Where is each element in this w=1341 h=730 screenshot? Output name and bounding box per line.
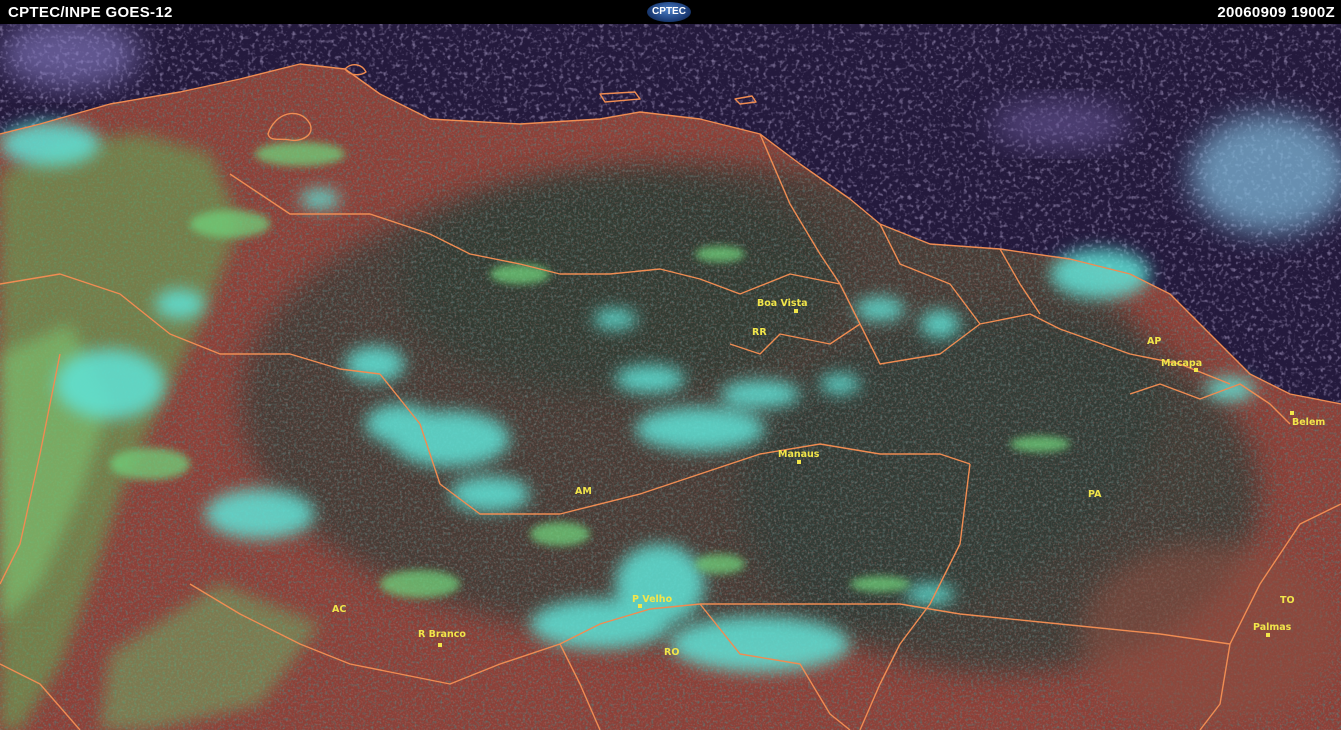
satellite-image-frame: CPTEC/INPE GOES-12 CPTEC 20060909 1900Z [0,0,1341,730]
logo-text: CPTEC [652,6,686,17]
city-label-manaus: Manaus [778,449,820,460]
cptec-logo: CPTEC [647,2,691,22]
image-timestamp: 20060909 1900Z [1217,4,1335,21]
city-marker-palmas [1266,633,1270,637]
city-label-p-velho: P Velho [632,594,673,605]
city-marker-belem [1290,411,1294,415]
city-label-boa-vista: Boa Vista [757,298,808,309]
satellite-title: CPTEC/INPE GOES-12 [8,4,173,21]
city-label-r-branco: R Branco [418,629,466,640]
satellite-map: Boa Vista Macapa Belem Manaus P Velho R … [0,24,1341,730]
city-marker-manaus [797,460,801,464]
state-label-ac: AC [332,604,346,615]
state-label-am: AM [575,486,592,497]
city-marker-r-branco [438,643,442,647]
state-label-ro: RO [664,647,679,658]
city-label-belem: Belem [1292,417,1325,428]
header-bar: CPTEC/INPE GOES-12 CPTEC 20060909 1900Z [0,0,1341,24]
city-label-palmas: Palmas [1253,622,1292,633]
state-label-rr: RR [752,327,767,338]
city-label-macapa: Macapa [1161,358,1202,369]
ocean-cloud-mass [990,99,1130,149]
city-marker-boa-vista [794,309,798,313]
state-label-to: TO [1280,595,1295,606]
state-label-ap: AP [1147,336,1161,347]
state-label-pa: PA [1088,489,1102,500]
